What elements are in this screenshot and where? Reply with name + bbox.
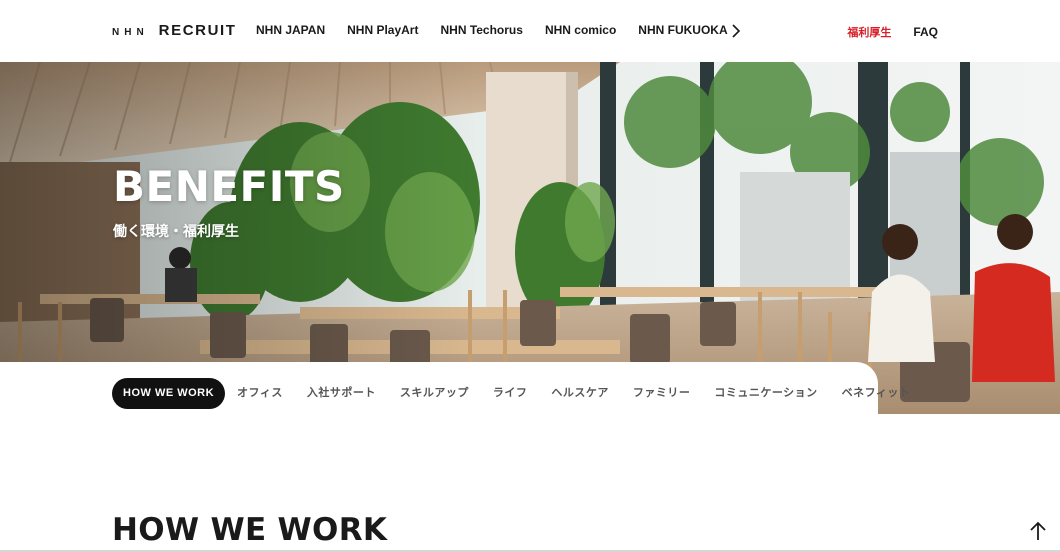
category-tabs: HOW WE WORK オフィス 入社サポート スキルアップ ライフ ヘルスケア…: [112, 378, 922, 409]
tab-skill-up[interactable]: スキルアップ: [388, 378, 481, 409]
hero-subtitle: 働く環境・福利厚生: [113, 223, 239, 239]
nav-item-nhn-playart[interactable]: NHN PlayArt: [347, 23, 418, 37]
tab-communication[interactable]: コミュニケーション: [702, 378, 829, 409]
tab-office[interactable]: オフィス: [225, 378, 295, 409]
nav-item-nhn-japan[interactable]: NHN JAPAN: [256, 23, 325, 37]
nav-item-nhn-comico[interactable]: NHN comico: [545, 23, 616, 37]
tab-how-we-work[interactable]: HOW WE WORK: [112, 378, 226, 409]
tab-family[interactable]: ファミリー: [621, 378, 703, 409]
site-header: NHN RECRUIT NHN JAPAN NHN PlayArt NHN Te…: [0, 0, 1060, 62]
tab-life[interactable]: ライフ: [481, 378, 540, 409]
nav-item-faq[interactable]: FAQ: [913, 25, 938, 39]
arrow-up-icon[interactable]: [1028, 520, 1048, 542]
tab-healthcare[interactable]: ヘルスケア: [539, 378, 621, 409]
section-title: HOW WE WORK: [112, 512, 388, 548]
nav-item-benefits[interactable]: 福利厚生: [847, 24, 891, 40]
logo[interactable]: NHN RECRUIT: [112, 22, 237, 39]
logo-prefix: NHN: [112, 27, 149, 38]
tab-onboarding-support[interactable]: 入社サポート: [295, 378, 388, 409]
main-nav: NHN JAPAN NHN PlayArt NHN Techorus NHN c…: [256, 23, 728, 37]
nav-item-nhn-techorus[interactable]: NHN Techorus: [440, 23, 522, 37]
nav-item-nhn-fukuoka[interactable]: NHN FUKUOKA: [638, 23, 727, 37]
logo-main: RECRUIT: [158, 22, 237, 39]
tab-benefit[interactable]: ベネフィット: [830, 378, 923, 409]
nav-right: 福利厚生 FAQ: [847, 24, 938, 40]
hero-title: BENEFITS: [113, 162, 345, 211]
chevron-right-icon[interactable]: [729, 22, 743, 40]
